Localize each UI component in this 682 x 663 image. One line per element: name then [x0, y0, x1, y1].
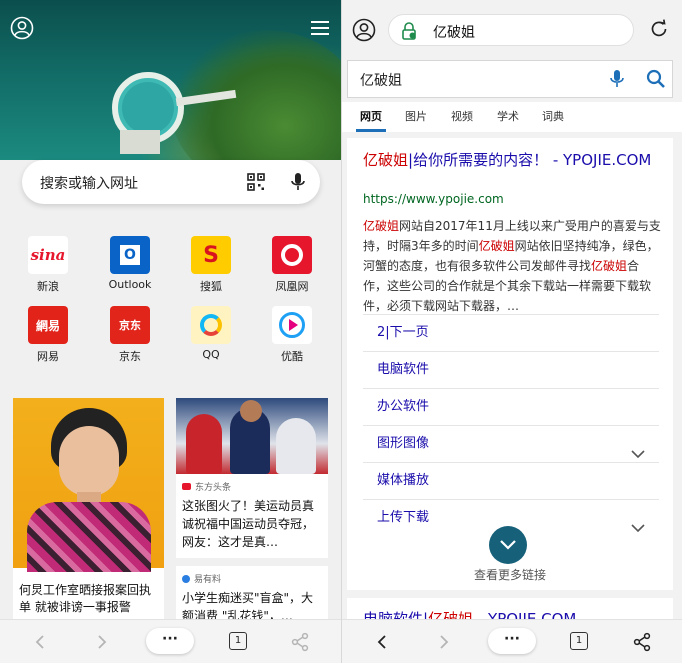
- shortcut-qq[interactable]: QQ: [181, 306, 241, 361]
- hero-wallpaper: [0, 0, 341, 160]
- news-card-3-source: 易有料: [176, 566, 328, 585]
- news-card-2-photo: [176, 398, 328, 474]
- result-url: https://www.ypojie.com: [363, 192, 504, 206]
- search-icon[interactable]: [646, 69, 666, 89]
- address-bar[interactable]: 亿破姐: [388, 14, 634, 46]
- account-avatar-icon[interactable]: [10, 16, 34, 40]
- tab-switcher-button[interactable]: 1: [570, 632, 588, 650]
- news-card-2-title: 这张图火了！美运动员真诚祝福中国运动员夺冠，网友：这才是真…: [182, 499, 315, 549]
- qq-icon: [191, 306, 231, 344]
- source-logo-icon: [182, 483, 191, 490]
- sitelinks: 2|下一页 电脑软件 办公软件 图形图像 媒体播放 上传下载: [363, 314, 659, 536]
- result-title-link[interactable]: 亿破姐|给你所需要的内容！ - YPOJIE.COM: [363, 150, 663, 171]
- back-icon[interactable]: [370, 630, 394, 654]
- news-card-1-photo: [13, 398, 164, 572]
- sohu-icon: S: [191, 236, 231, 274]
- address-text: 亿破姐: [433, 25, 475, 41]
- expand-more-links-button[interactable]: [489, 526, 527, 564]
- news-card-1-title: 何炅工作室晒接报案回执单 就被诽谤一事报警: [19, 583, 152, 614]
- right-search-results: 亿破姐 亿破姐 网页 图片 视频 学术 词典 亿破姐|给你所需要的内容！ - Y…: [342, 0, 682, 663]
- news-card-2[interactable]: 东方头条 这张图火了！美运动员真诚祝福中国运动员夺冠，网友：这才是真…: [176, 398, 328, 558]
- account-avatar-icon[interactable]: [352, 18, 376, 42]
- outlook-icon: O: [110, 236, 150, 274]
- shortcut-outlook[interactable]: O Outlook: [100, 236, 160, 291]
- netease-icon: 網易: [28, 306, 68, 344]
- sitelink-graphics[interactable]: 图形图像: [363, 425, 659, 462]
- chevron-down-icon[interactable]: [631, 438, 645, 459]
- sitelink-pc-software[interactable]: 电脑软件: [363, 351, 659, 388]
- tab-images[interactable]: 图片: [405, 108, 427, 124]
- shortcut-ifeng[interactable]: 凤凰网: [262, 236, 322, 294]
- sina-icon: sina: [28, 236, 68, 274]
- shortcut-youku[interactable]: 优酷: [262, 306, 322, 364]
- qr-scan-icon[interactable]: [247, 173, 265, 191]
- more-links-label: 查看更多链接: [473, 568, 546, 582]
- share-icon[interactable]: [288, 630, 312, 654]
- shortcut-netease[interactable]: 網易 网易: [18, 306, 78, 364]
- tab-videos[interactable]: 视频: [451, 108, 473, 124]
- more-menu-button[interactable]: ···: [488, 628, 536, 654]
- search-result-2[interactable]: 电脑软件|亿破姐 - YPOJIE.COM: [347, 598, 673, 619]
- address-toolbar: 亿破姐: [342, 0, 682, 56]
- search-result-1: 亿破姐|给你所需要的内容！ - YPOJIE.COM https://www.y…: [347, 138, 673, 590]
- home-search-input[interactable]: 搜索或输入网址: [22, 160, 320, 204]
- shortcut-sohu[interactable]: S 搜狐: [181, 236, 241, 294]
- result-snippet: 亿破姐网站自2017年11月上线以来广受用户的喜爱与支持，时隔3年多的时间亿破姐…: [363, 219, 661, 313]
- left-browser-home: 搜索或输入网址 sina 新浪 O Outlook S 搜狐 凤凰网 網易 网易…: [0, 0, 341, 663]
- voice-search-icon[interactable]: [290, 172, 306, 192]
- share-icon[interactable]: [630, 630, 654, 654]
- search-query: 亿破姐: [360, 73, 402, 89]
- tab-switcher-button[interactable]: 1: [229, 632, 247, 650]
- chevron-down-icon[interactable]: [631, 512, 645, 533]
- ifeng-icon: [272, 236, 312, 274]
- tab-academic[interactable]: 学术: [497, 108, 519, 124]
- active-tab-indicator: [356, 129, 386, 132]
- news-card-3-title: 小学生痴迷买"盲盒"，大额消费 "乱花钱"，…: [182, 591, 314, 622]
- more-menu-button[interactable]: ···: [146, 628, 194, 654]
- hamburger-menu-icon[interactable]: [310, 18, 330, 38]
- sitelink-office-software[interactable]: 办公软件: [363, 388, 659, 425]
- shortcut-jd[interactable]: 京东 京东: [100, 306, 160, 364]
- result-2-title[interactable]: 电脑软件|亿破姐 - YPOJIE.COM: [363, 608, 576, 619]
- forward-icon[interactable]: [432, 630, 456, 654]
- jd-icon: 京东: [110, 306, 150, 344]
- search-page: 亿破姐 网页 图片 视频 学术 词典 亿破姐|给你所需要的内容！ - YPOJI…: [342, 56, 682, 619]
- news-card-3[interactable]: 易有料 小学生痴迷买"盲盒"，大额消费 "乱花钱"，…: [176, 566, 328, 622]
- back-icon[interactable]: [28, 630, 52, 654]
- tab-web[interactable]: 网页: [360, 108, 382, 124]
- news-card-2-source: 东方头条: [176, 474, 328, 493]
- results-search-input[interactable]: 亿破姐: [347, 60, 673, 98]
- voice-search-icon[interactable]: [610, 69, 624, 89]
- shortcut-sina[interactable]: sina 新浪: [18, 236, 78, 294]
- source-logo-icon: [182, 574, 190, 583]
- right-bottom-toolbar: ··· 1: [342, 619, 682, 663]
- search-vertical-tabs: 网页 图片 视频 学术 词典: [342, 102, 682, 132]
- tab-dictionary[interactable]: 词典: [542, 108, 564, 124]
- left-bottom-toolbar: ··· 1: [0, 619, 341, 663]
- youku-icon: [272, 306, 312, 344]
- reload-icon[interactable]: [648, 18, 670, 40]
- forward-icon[interactable]: [90, 630, 114, 654]
- secure-lock-icon: [401, 22, 417, 40]
- news-card-1[interactable]: 何炅工作室晒接报案回执单 就被诽谤一事报警: [13, 398, 164, 620]
- sitelink-media-player[interactable]: 媒体播放: [363, 462, 659, 499]
- sitelink-next-page[interactable]: 2|下一页: [363, 314, 659, 351]
- search-placeholder: 搜索或输入网址: [40, 176, 138, 192]
